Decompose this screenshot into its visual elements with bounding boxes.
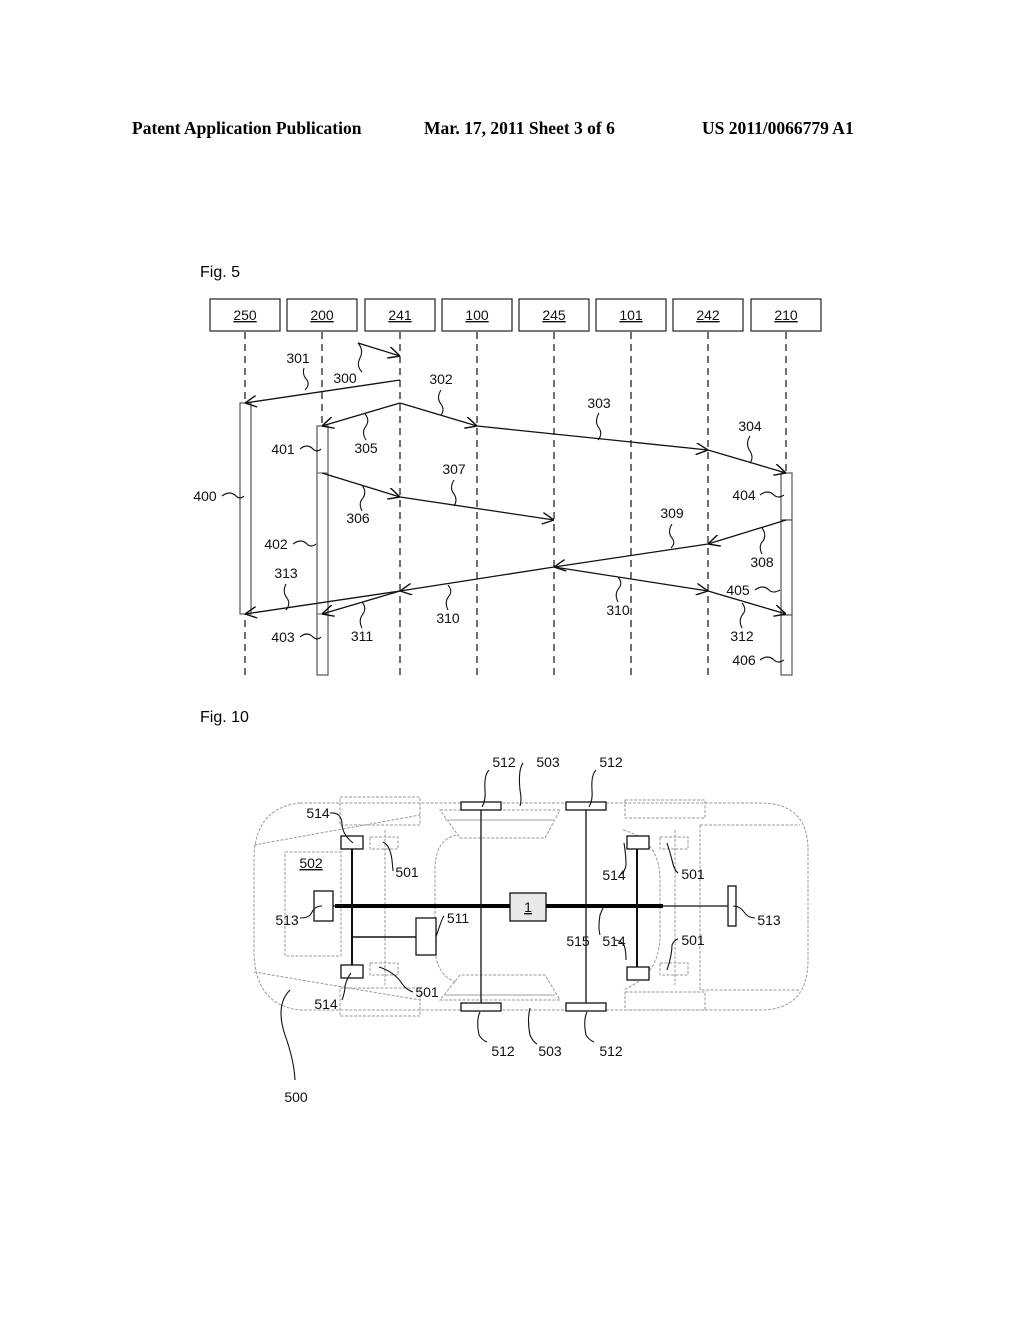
- message-label: 309: [660, 505, 684, 521]
- activation-label: 406: [732, 652, 756, 668]
- leader-line: [302, 367, 309, 391]
- leader-line: [445, 584, 452, 611]
- message-300: [357, 342, 400, 356]
- label-sensor-bl: 512: [491, 1043, 515, 1059]
- message-308: [708, 519, 787, 544]
- activation-label: 401: [271, 441, 295, 457]
- sensor-512-tr: [565, 801, 607, 811]
- actuator-514-tr: [626, 835, 650, 850]
- fig10-leader-lines: [280, 762, 756, 1081]
- message-label: 304: [738, 418, 762, 434]
- label-wheel-module-br: 501: [681, 932, 705, 948]
- message-label: 305: [354, 440, 378, 456]
- activation-210-a: [780, 472, 793, 521]
- message-label: 307: [442, 461, 466, 477]
- end-unit-513-left: [313, 890, 334, 922]
- fig5-sequence-diagram: 250 200 241 100 245 101 242 210 301 300 302 303 304…: [193, 298, 822, 676]
- message-305: [322, 402, 401, 426]
- entity-label: 100: [465, 307, 489, 323]
- message-302: [399, 402, 477, 426]
- entity-label: 242: [696, 307, 720, 323]
- label-compartment: 502: [299, 855, 323, 871]
- label-sensor-br: 512: [599, 1043, 623, 1059]
- leader-line: [359, 484, 366, 512]
- message-303: [476, 425, 708, 450]
- entity-label: 200: [310, 307, 334, 323]
- leader-line: [450, 479, 457, 507]
- label-wheel-module-bl: 501: [415, 984, 439, 1000]
- message-label: 310: [606, 602, 630, 618]
- sensor-512-br: [565, 1002, 607, 1012]
- message-label: 300: [333, 370, 357, 386]
- label-door-top: 503: [536, 754, 560, 770]
- actuator-514-br: [626, 966, 650, 981]
- label-unit: 511: [447, 910, 470, 926]
- activation-label: 405: [726, 582, 750, 598]
- entity-label: 101: [619, 307, 643, 323]
- actuator-514-bl: [340, 964, 364, 979]
- message-311: [322, 590, 401, 614]
- actuator-514-tl: [340, 835, 364, 850]
- leader-line: [359, 601, 366, 629]
- leader-line: [754, 586, 781, 593]
- message-304: [707, 449, 786, 473]
- message-label: 301: [286, 350, 310, 366]
- leader-line: [746, 435, 753, 464]
- message-306: [321, 472, 400, 497]
- leader-line: [283, 583, 290, 611]
- message-label: 303: [587, 395, 611, 411]
- label-vehicle: 500: [284, 1089, 308, 1105]
- leader-line: [362, 413, 369, 441]
- activation-400: [239, 402, 252, 615]
- label-wheel-module-tr: 501: [681, 866, 705, 882]
- leader-line: [292, 540, 317, 547]
- activation-label: 404: [732, 487, 756, 503]
- entity-label: 250: [233, 307, 257, 323]
- entity-label: 210: [774, 307, 798, 323]
- central-unit-1: [509, 892, 547, 922]
- entity-label: 245: [542, 307, 566, 323]
- label-door-bottom: 503: [538, 1043, 562, 1059]
- label-actuator-br: 514: [602, 933, 626, 949]
- label-sensor-tl: 512: [492, 754, 516, 770]
- vehicle-body-outline: [253, 796, 809, 1017]
- message-label: 313: [274, 565, 298, 581]
- message-label: 310: [436, 610, 460, 626]
- label-actuator-tr: 514: [602, 867, 626, 883]
- fig10-title: Fig. 10: [200, 709, 249, 726]
- leader-line: [357, 342, 363, 373]
- label-actuator-tl: 514: [306, 805, 330, 821]
- label-actuator-bl: 514: [314, 996, 338, 1012]
- unit-511: [415, 917, 437, 956]
- leader-line: [437, 389, 444, 416]
- activation-200: [316, 425, 329, 676]
- label-bus: 515: [566, 933, 590, 949]
- label-central: 1: [524, 899, 532, 915]
- message-label: 306: [346, 510, 370, 526]
- message-label: 302: [429, 371, 453, 387]
- sensor-512-tl: [460, 801, 502, 811]
- activation-label: 402: [264, 536, 288, 552]
- message-label: 312: [730, 628, 754, 644]
- label-wheel-module-tl: 501: [395, 864, 419, 880]
- leader-line: [739, 602, 746, 629]
- leader-line: [668, 523, 675, 549]
- leader-line: [759, 527, 766, 555]
- activation-label: 403: [271, 629, 295, 645]
- label-end-left: 513: [275, 912, 299, 928]
- message-label: 308: [750, 554, 774, 570]
- activation-210-b: [780, 519, 793, 616]
- label-end-right: 513: [757, 912, 781, 928]
- leader-line: [595, 412, 602, 441]
- end-unit-513-right: [727, 885, 737, 927]
- vehicle-body-shading: [445, 819, 555, 996]
- activation-label: 400: [193, 488, 217, 504]
- leader-line: [615, 576, 622, 603]
- entity-label: 241: [388, 307, 412, 323]
- message-label: 311: [351, 628, 374, 644]
- label-sensor-tr: 512: [599, 754, 623, 770]
- sensor-512-bl: [460, 1002, 502, 1012]
- activation-210-c: [780, 614, 793, 676]
